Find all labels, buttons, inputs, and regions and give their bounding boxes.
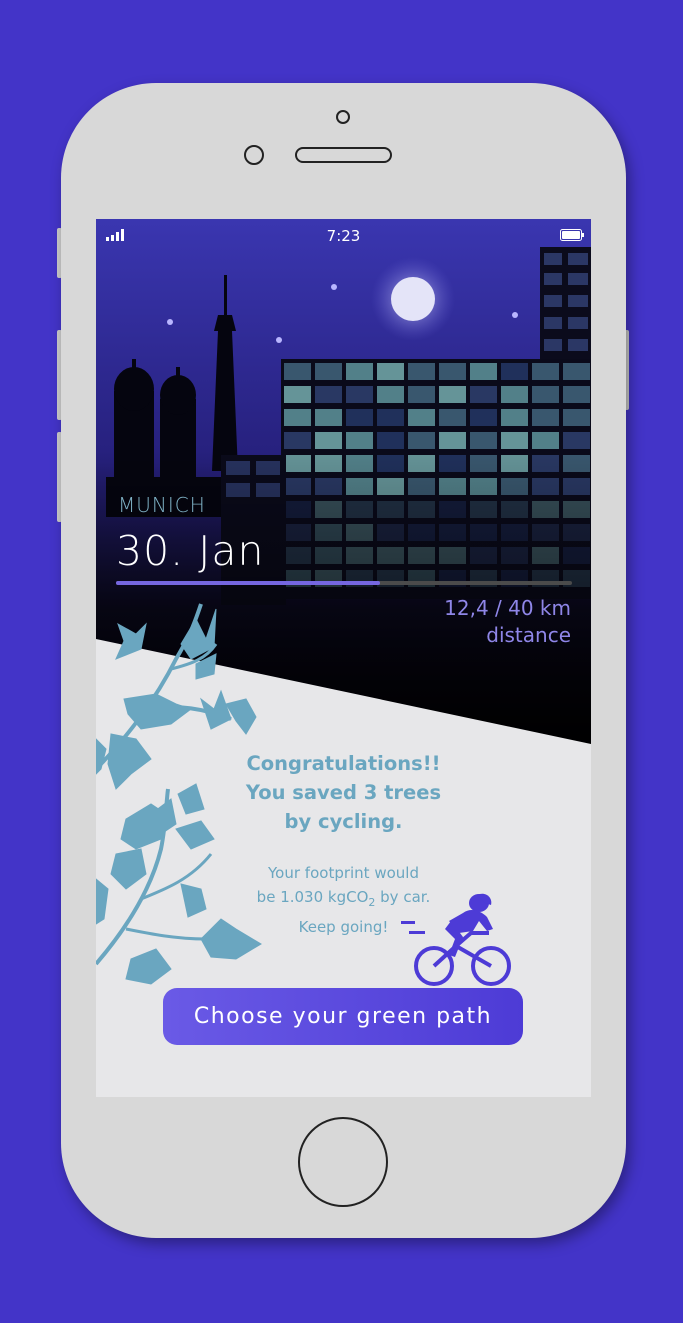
front-camera <box>244 145 264 165</box>
building-window <box>532 363 559 380</box>
building-window <box>470 363 497 380</box>
building-window <box>408 363 435 380</box>
building-window <box>563 363 590 380</box>
building-window <box>501 386 528 403</box>
date-label: 30. Jan <box>116 527 265 575</box>
building-window <box>284 363 311 380</box>
building-window <box>377 409 404 426</box>
proximity-sensor <box>336 110 350 124</box>
building-window <box>408 386 435 403</box>
building-window <box>315 432 342 449</box>
distance-value: 12,4 / 40 km <box>444 596 571 620</box>
distance-label: distance <box>486 623 571 647</box>
distance-progress-fill <box>116 581 381 585</box>
building-window <box>346 409 373 426</box>
building-window <box>346 386 373 403</box>
app-screen: 7:23 MUNICH 30. Jan 12,4 / 40 km distanc… <box>96 219 591 1097</box>
moon-icon <box>371 257 455 341</box>
battery-icon <box>560 229 584 241</box>
building-window <box>377 363 404 380</box>
building-window <box>284 386 311 403</box>
building-window <box>470 409 497 426</box>
building-window <box>470 386 497 403</box>
choose-green-path-button[interactable]: Choose your green path <box>163 988 523 1045</box>
building-window <box>532 432 559 449</box>
building-window <box>284 409 311 426</box>
building-window <box>408 432 435 449</box>
footprint-value: be 1.030 kgCO <box>256 888 369 906</box>
building-window <box>563 386 590 403</box>
congrats-line-2: You saved 3 trees <box>245 781 442 804</box>
building-window <box>439 432 466 449</box>
city-label: MUNICH <box>118 493 206 517</box>
congratulations-message: Congratulations!! You saved 3 trees by c… <box>216 749 471 836</box>
building-window <box>377 386 404 403</box>
status-bar: 7:23 <box>96 219 591 253</box>
building-window <box>377 432 404 449</box>
building-window <box>315 409 342 426</box>
building-window <box>346 432 373 449</box>
status-time: 7:23 <box>326 227 361 245</box>
building-window <box>501 363 528 380</box>
congrats-line-1: Congratulations!! <box>246 752 441 775</box>
building-window <box>284 432 311 449</box>
building-window <box>315 363 342 380</box>
building-window <box>439 386 466 403</box>
building-window <box>532 386 559 403</box>
cyclist-icon <box>401 893 511 986</box>
home-button[interactable] <box>298 1117 388 1207</box>
building-window <box>501 409 528 426</box>
distance-progress-bar <box>116 581 572 585</box>
building-window <box>346 363 373 380</box>
building-window <box>470 432 497 449</box>
earpiece-speaker <box>295 147 392 163</box>
congrats-line-3: by cycling. <box>284 810 403 833</box>
building-window <box>439 363 466 380</box>
building-window <box>315 386 342 403</box>
building-window <box>501 432 528 449</box>
building-window <box>563 432 590 449</box>
footprint-line-1: Your footprint would <box>268 864 419 882</box>
building-window <box>532 409 559 426</box>
building-window <box>408 409 435 426</box>
building-window <box>563 409 590 426</box>
building-window <box>439 409 466 426</box>
